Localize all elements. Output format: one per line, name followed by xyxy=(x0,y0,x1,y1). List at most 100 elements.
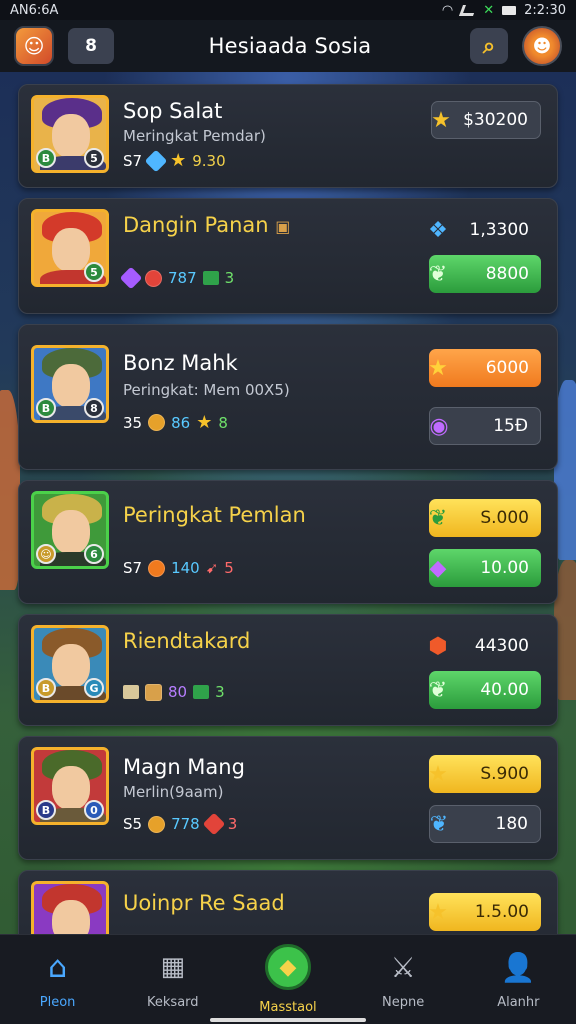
nav-label: Nepne xyxy=(382,995,425,1010)
feather-icon: ❦ xyxy=(428,261,448,287)
profile-button[interactable]: ☻ xyxy=(522,26,562,66)
nav-item-treasure[interactable]: ◆ Masstaol xyxy=(238,944,338,1015)
level-badge: B xyxy=(36,398,56,418)
buy-button[interactable]: ◉ 15Ð xyxy=(429,407,541,445)
price-button[interactable]: ❦ S.000 xyxy=(429,499,541,537)
player-name: Dangin Panan ▣ xyxy=(123,213,291,237)
emblem-icon: ▣ xyxy=(275,217,291,236)
price-value: 44300 xyxy=(474,636,529,656)
signal-icon xyxy=(459,4,478,16)
feather-icon: ❦ xyxy=(429,811,449,837)
buy-button[interactable]: ❦ 8800 xyxy=(429,255,541,293)
header-counter-button[interactable]: 8 xyxy=(68,28,114,64)
player-stats: 80 3 xyxy=(123,683,225,701)
price-value: S.000 xyxy=(480,508,529,528)
player-portrait: B G xyxy=(31,625,109,703)
gem-icon: ◆ xyxy=(429,555,447,581)
nav-label: Masstaol xyxy=(259,1000,317,1015)
stat-value: 86 xyxy=(171,413,191,432)
list-item[interactable]: ☺ 6 Peringkat Pemlan S7 140 ➹ 5 ❦ S.000 … xyxy=(18,480,558,604)
search-button[interactable]: ⌕ xyxy=(470,28,508,64)
home-icon: ⌂ xyxy=(48,949,68,985)
nav-item-home[interactable]: ⌂ Pleon xyxy=(8,949,108,1011)
rank-badge: G xyxy=(84,678,104,698)
price-button[interactable]: ★ 1.5.00 xyxy=(428,893,541,931)
player-stats: S5 778 3 xyxy=(123,812,238,836)
gem-icon xyxy=(144,149,168,172)
price-value: 8800 xyxy=(485,264,529,284)
app-avatar[interactable]: ☺ xyxy=(14,26,54,66)
stat-value: 8 xyxy=(218,413,228,432)
gem-icon xyxy=(202,812,226,836)
star-icon: ★ xyxy=(428,355,448,381)
buy-button[interactable]: ❦ 40.00 xyxy=(429,671,541,709)
feather-icon: ❖ xyxy=(428,217,448,243)
nav-label: Pleon xyxy=(39,995,76,1010)
home-indicator xyxy=(210,1018,366,1022)
player-stats: 787 3 xyxy=(119,266,235,290)
coin-icon xyxy=(145,269,162,287)
price-value: 40.00 xyxy=(480,680,529,700)
background-character xyxy=(0,390,20,590)
nav-label: Alanhr xyxy=(497,995,540,1010)
stat-value: 9.30 xyxy=(192,151,226,170)
player-portrait: B 5 xyxy=(31,95,109,173)
list-item[interactable]: B 5 Sop Salat Meringkat Pemdar) S7 ★ 9.3… xyxy=(18,84,558,188)
nav-item-profile[interactable]: 👤 Alanhr xyxy=(468,949,568,1011)
player-list: B 5 Sop Salat Meringkat Pemdar) S7 ★ 9.3… xyxy=(18,84,558,990)
price-value: 6000 xyxy=(485,358,529,378)
status-icons: ◠ ✕ 2:2:30 xyxy=(442,3,566,18)
search-icon: ⌕ xyxy=(482,33,496,59)
star-icon: ★ xyxy=(196,412,213,433)
bottom-nav: ⌂ Pleon ▦ Keksard ◆ Masstaol ⚔ Nepne 👤 A… xyxy=(0,934,576,1024)
list-item[interactable]: B 8 Bonz Mahk Peringkat: Mem 00X5) 35 86… xyxy=(18,324,558,470)
stat-value: 3 xyxy=(227,815,238,833)
coin-icon xyxy=(148,414,166,431)
level-badge: ☺ xyxy=(36,544,56,564)
price-value: $30200 xyxy=(463,110,528,130)
nav-item-leaderboard[interactable]: ▦ Keksard xyxy=(123,949,223,1010)
status-left-text: AN6:6A xyxy=(10,2,59,18)
player-subtitle: Peringkat: Mem 00X5) xyxy=(123,381,290,399)
player-portrait: B 0 xyxy=(31,747,109,825)
buy-button[interactable]: ❦ 180 xyxy=(429,805,541,843)
rank-badge: 8 xyxy=(84,398,104,418)
treasure-icon: ◆ xyxy=(264,944,311,990)
feather-icon: ❦ xyxy=(428,677,448,703)
stat-value: 778 xyxy=(171,815,200,833)
player-stats: 35 86 ★ 8 xyxy=(123,412,228,433)
player-portrait: B 8 xyxy=(31,345,109,423)
list-item[interactable]: B 0 Magn Mang Merlin(9aam) S5 778 3 ★ S.… xyxy=(18,736,558,860)
stat-value: 787 xyxy=(168,269,197,287)
price-button[interactable]: ★ S.900 xyxy=(428,755,541,793)
nav-label: Keksard xyxy=(147,995,199,1010)
status-bar: AN6:6A ◠ ✕ 2:2:30 xyxy=(0,0,576,20)
buy-button[interactable]: ◆ 10.00 xyxy=(429,549,541,587)
rank-badge: 5 xyxy=(84,262,104,282)
list-item[interactable]: B G Riendtakard 80 3 ⬢ 44300 ❦ 40.00 xyxy=(18,614,558,726)
crossed-swords-icon: ⚔ xyxy=(390,950,416,984)
list-item[interactable]: 5 Dangin Panan ▣ 787 3 ❖ 1,3300 ❦ 8800 xyxy=(18,198,558,314)
price-label: ❖ 1,3300 xyxy=(428,211,541,249)
star-icon: ★ xyxy=(170,150,187,171)
stat-value: 140 xyxy=(171,559,200,577)
player-name: Uoinpr Re Saad xyxy=(123,891,285,915)
rank-badge: 6 xyxy=(84,544,104,564)
compass-icon: ◉ xyxy=(429,413,449,439)
stat-value: 80 xyxy=(168,683,188,701)
feather-icon: ❦ xyxy=(428,505,448,531)
player-stats: S7 140 ➹ 5 xyxy=(123,559,234,577)
stat-value: 3 xyxy=(224,269,235,287)
chest-icon xyxy=(202,271,219,285)
crown-icon xyxy=(145,683,162,701)
shield-icon: ⬢ xyxy=(428,633,448,659)
wifi-icon: ◠ xyxy=(441,2,454,18)
price-button[interactable]: ★ 6000 xyxy=(428,349,541,387)
rank-badge: 0 xyxy=(84,800,104,820)
nav-item-battle[interactable]: ⚔ Nepne xyxy=(353,949,453,1011)
price-button[interactable]: ★ $30200 xyxy=(431,101,541,139)
star-icon: ★ xyxy=(428,899,448,925)
level-badge: B xyxy=(36,800,56,820)
gem-icon xyxy=(119,266,143,290)
star-icon: ★ xyxy=(428,761,448,787)
